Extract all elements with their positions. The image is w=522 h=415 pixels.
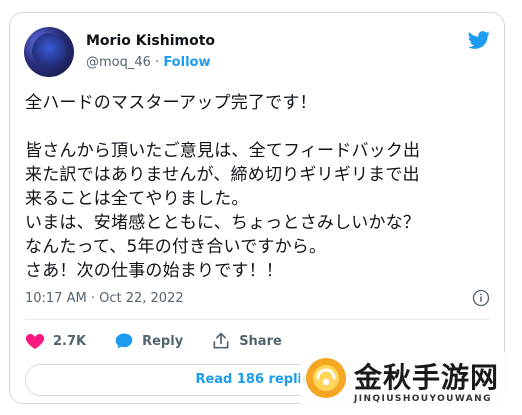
tweet-timestamp[interactable]: 10:17 AM · Oct 22, 2022 — [25, 291, 184, 306]
tweet-text: 全ハードのマスターアップ完了です！ 皆さんから頂いたご意見は、全てフィードバック… — [25, 93, 421, 281]
divider — [25, 319, 489, 320]
watermark-logo-icon — [306, 358, 346, 398]
watermark: 金秋手游网 JINQIUSHOUYOUWANG — [300, 352, 522, 415]
tweet-card: Morio Kishimoto @moq_46 · Follow 全ハードのマス… — [9, 12, 505, 404]
avatar-art — [32, 33, 66, 71]
action-bar: 2.7K Reply Share — [25, 329, 310, 353]
share-button[interactable]: Share — [211, 331, 282, 351]
share-label: Share — [239, 333, 282, 349]
user-name[interactable]: Morio Kishimoto — [86, 33, 215, 49]
tweet-time: 10:17 AM — [25, 291, 87, 306]
like-button[interactable]: 2.7K — [25, 331, 86, 351]
timestamp-separator: · — [86, 291, 100, 306]
reply-label: Reply — [142, 333, 184, 349]
heart-icon — [25, 333, 45, 349]
tweet-date: Oct 22, 2022 — [99, 291, 184, 306]
twitter-bird-icon[interactable] — [466, 29, 492, 51]
share-icon — [213, 332, 229, 349]
like-count: 2.7K — [53, 333, 87, 349]
handle-separator: · — [150, 55, 164, 70]
follow-button[interactable]: Follow — [163, 55, 210, 70]
reply-button[interactable]: Reply — [114, 331, 183, 351]
user-handle[interactable]: @moq_46 — [86, 55, 151, 70]
watermark-subtitle: JINQIUSHOUYOUWANG — [354, 394, 492, 404]
watermark-title: 金秋手游网 — [354, 361, 500, 394]
reply-icon — [115, 333, 133, 349]
avatar[interactable] — [24, 27, 74, 77]
info-icon[interactable] — [472, 289, 490, 307]
handle-row: @moq_46 · Follow — [86, 55, 210, 70]
